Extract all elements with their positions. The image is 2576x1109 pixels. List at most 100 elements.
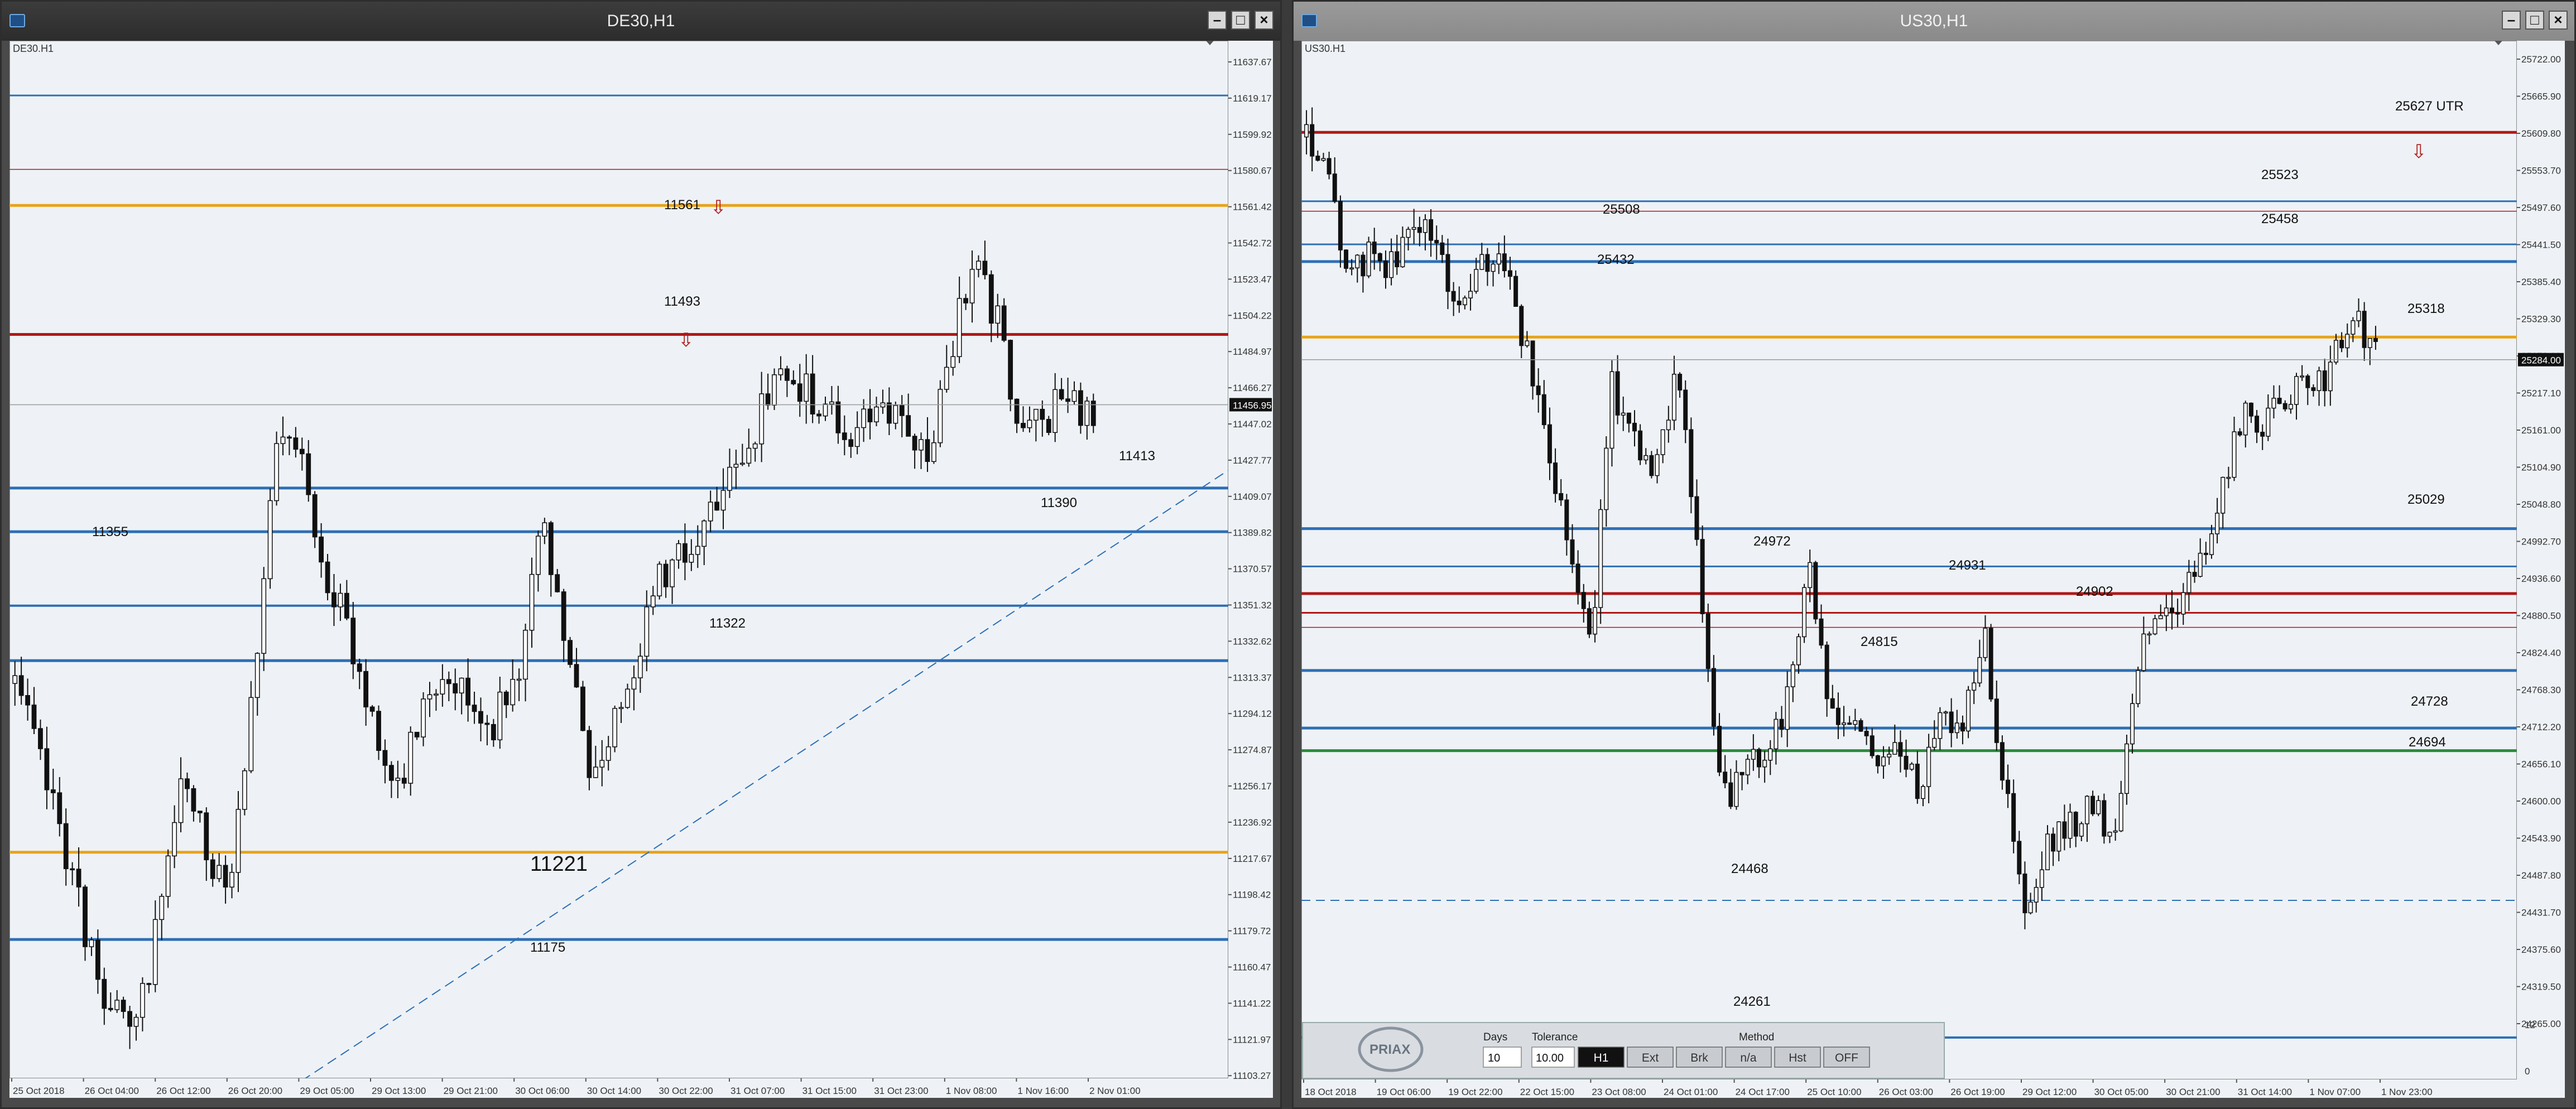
close-button[interactable]: × [1255,11,1273,30]
time-tick-label: 23 Oct 08:00 [1592,1087,1646,1097]
candle-body [1723,772,1728,784]
candle-body [76,869,81,888]
price-tick-label: 11427.77 [1233,455,1272,466]
level-label: 11322 [709,616,746,631]
candle-body [159,896,165,920]
candle-body [2130,703,2135,745]
level-label: 25318 [2407,301,2445,316]
candle-body [401,778,407,784]
time-tick-label: 29 Oct 13:00 [372,1086,426,1096]
candle-body [618,707,624,709]
candle-body [325,561,330,594]
candle-body [1774,719,1779,750]
candle-body [2034,887,2039,903]
time-tick-label: 1 Nov 07:00 [2309,1087,2361,1097]
chart-area-de30[interactable]: DE30.H1 11561 11493 11413 11390 11355 11322 112… [9,41,1273,1098]
candle-body [1581,592,1586,609]
price-chart-us30[interactable]: US30.H1 25627 UTR 25523 25508 25458 25432 2531… [1301,41,2565,1098]
candle-body [1977,657,1982,683]
candle-body [1485,254,1490,272]
candle-body [1796,636,1801,666]
window-de30[interactable]: DE30,H1 – □ × DE30.H1 11561 11493 11413 1139… [0,0,1282,1109]
candle-body [1757,749,1762,768]
candle-body [950,356,956,368]
time-tick-label: 26 Oct 12:00 [156,1086,210,1096]
price-tick-label: 11217.67 [1233,854,1272,864]
candle-body [2028,901,2033,914]
close-button[interactable]: × [2549,11,2568,30]
candle-body [1802,587,1807,638]
method-button-label: Ext [1642,1052,1659,1064]
price-tick-label: 25665.90 [2521,91,2561,102]
plot-area[interactable] [1301,41,2517,1080]
candle-body [484,722,490,725]
minimize-button[interactable]: – [1208,11,1227,30]
candle-body [1411,226,1416,230]
candle-body [1926,746,1931,787]
candle-body [874,406,879,422]
candle-body [178,778,184,823]
candle-body [267,500,273,580]
plot-area[interactable] [9,41,1229,1079]
candle-body [2017,841,2022,875]
price-chart-de30[interactable]: DE30.H1 11561 11493 11413 11390 11355 11322 112… [9,41,1273,1098]
candle-body [1983,628,1988,658]
candle-body [1745,759,1750,775]
candle-body [1008,340,1013,400]
price-tick-label: 11274.87 [1233,745,1272,755]
candle-body [2345,334,2350,349]
candle-body [2362,311,2367,348]
price-tick-label: 24992.70 [2521,537,2561,547]
price-tick-label: 11580.67 [1233,166,1272,176]
candle-body [919,439,924,451]
candle-body [1033,408,1039,421]
candle-body [650,595,656,607]
candle-body [165,855,171,897]
candle-body [185,778,190,789]
candle-body [31,705,37,729]
price-tick-label: 24824.40 [2521,648,2561,658]
minimize-button[interactable]: – [2502,11,2521,30]
price-tick-label: 11351.32 [1233,600,1272,611]
candle-body [2136,670,2141,704]
level-label: 11561 [664,197,700,213]
chart-area-us30[interactable]: US30.H1 25627 UTR 25523 25508 25458 25432 2531… [1301,41,2565,1098]
candle-body [121,1000,126,1012]
candle-body [1014,398,1020,424]
candle-body [2311,387,2316,391]
candle-body [1909,763,1914,770]
symbol-label: DE30.H1 [13,43,54,54]
price-tick-label: 11179.72 [1233,926,1271,937]
maximize-button[interactable]: □ [2525,11,2544,30]
candle-body [217,865,222,879]
candle-body [1400,237,1405,267]
titlebar-de30[interactable]: DE30,H1 – □ × [2,2,1280,41]
candle-body [1559,493,1564,500]
price-tick-label: 11599.92 [1233,129,1272,140]
candle-body [1553,462,1558,494]
candle-body [408,731,414,784]
candle-body [1643,455,1649,461]
price-tick-label: 24712.20 [2521,722,2561,732]
candle-body [127,1011,132,1027]
candle-body [644,606,650,657]
titlebar-us30[interactable]: US30,H1 – □ × [1294,2,2574,41]
candle-body [2011,793,2016,842]
candle-body [83,886,88,947]
maximize-button[interactable]: □ [1231,11,1250,30]
time-tick-label: 1 Nov 23:00 [2381,1087,2433,1097]
time-tick-label: 29 Oct 12:00 [2022,1087,2077,1097]
method-button-label: Brk [1690,1052,1708,1064]
candle-body [2006,779,2011,794]
time-tick-label: 31 Oct 14:00 [2238,1087,2292,1097]
candle-body [548,522,554,575]
candle-body [2181,592,2186,615]
candle-body [274,443,279,502]
candle-body [676,543,681,561]
candle-body [1835,707,1840,725]
time-tick-label: 1 Nov 08:00 [946,1086,997,1096]
price-tick-label: 11370.57 [1233,564,1272,575]
window-us30[interactable]: US30,H1 – □ × US30.H1 25627 UTR 25523 25508… [1292,0,2576,1109]
price-tick-label: 24656.10 [2521,759,2561,770]
candle-body [2277,398,2282,404]
